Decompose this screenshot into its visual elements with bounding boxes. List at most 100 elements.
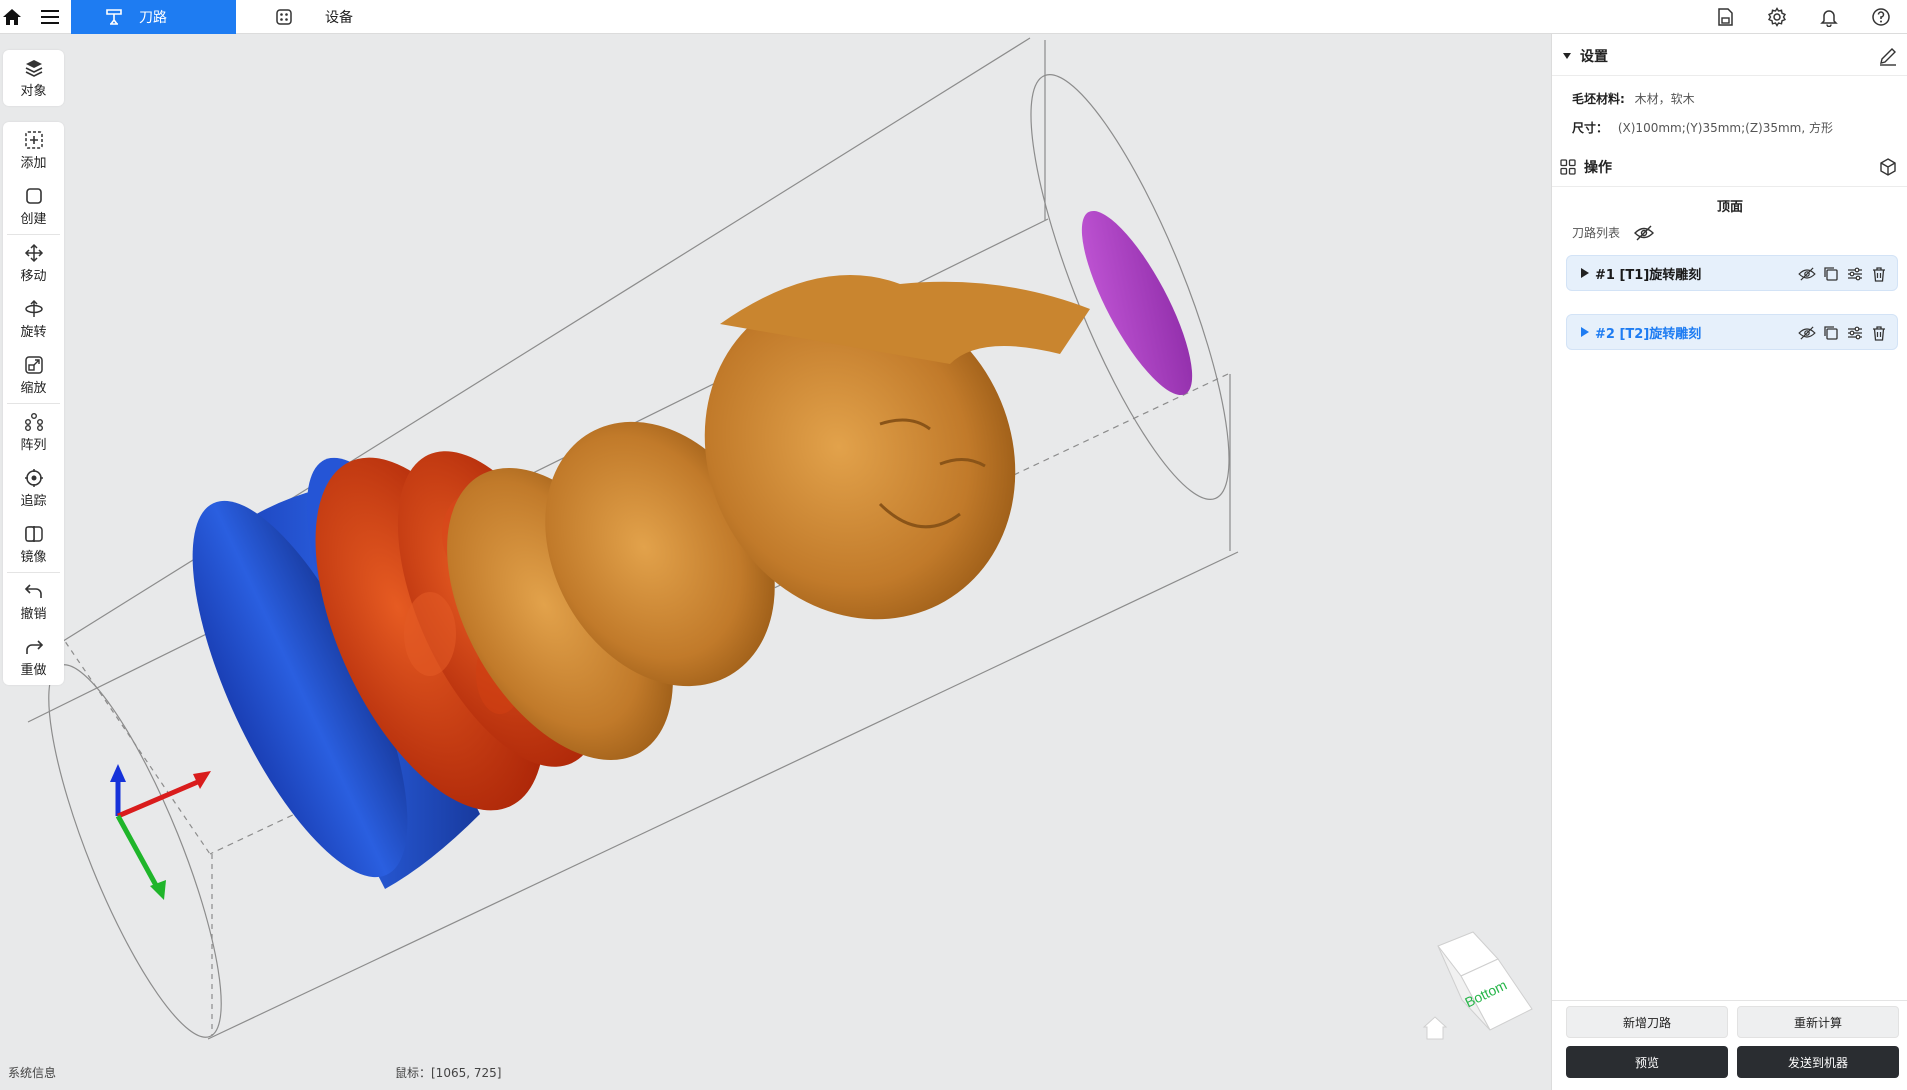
- target-icon: [24, 468, 43, 487]
- create-button-label: 创建: [20, 211, 47, 227]
- square-icon: [25, 187, 42, 204]
- array-button[interactable]: 阵列: [3, 404, 64, 460]
- settings-section-header[interactable]: 设置: [1552, 36, 1907, 76]
- scale-button-label: 缩放: [20, 380, 47, 396]
- redo-button-label: 重做: [20, 662, 47, 678]
- expand-caret-icon[interactable]: [1581, 327, 1589, 337]
- face-title: 顶面: [1716, 200, 1743, 215]
- toolpath-item-name: #1 [T1]旋转雕刻: [1595, 267, 1702, 283]
- menu-button[interactable]: [38, 0, 62, 34]
- eye-off-icon: [1634, 225, 1655, 240]
- view-home-button[interactable]: [1422, 1016, 1448, 1040]
- trash-icon: [1873, 267, 1885, 282]
- toolpath-item-name: #2 [T2]旋转雕刻: [1595, 326, 1702, 342]
- send-to-machine-button[interactable]: 发送到机器: [1737, 1046, 1899, 1078]
- array-icon: [24, 412, 43, 431]
- sliders-icon: [1848, 267, 1862, 281]
- home-icon: [3, 9, 21, 25]
- redo-icon: [25, 639, 43, 654]
- delete-button[interactable]: [1867, 321, 1891, 345]
- rotate-button-label: 旋转: [20, 324, 47, 340]
- undo-button[interactable]: 撤销: [3, 573, 64, 629]
- recalculate-button[interactable]: 重新计算: [1737, 1006, 1899, 1038]
- size-value: (X)100mm;(Y)35mm;(Z)35mm, 方形: [1617, 121, 1834, 135]
- top-right-actions: [1699, 0, 1907, 34]
- object-toolbar-group: 对象: [3, 50, 64, 106]
- add-button[interactable]: 添加: [3, 122, 64, 178]
- toolpath-item-1[interactable]: #1 [T1]旋转雕刻: [1566, 255, 1898, 291]
- eye-off-icon: [1798, 267, 1816, 281]
- mirror-button[interactable]: 镜像: [3, 516, 64, 572]
- device-icon: [276, 9, 292, 25]
- notifications-button[interactable]: [1803, 0, 1855, 34]
- material-value: 木材，软木: [1634, 92, 1695, 106]
- add-button-label: 添加: [20, 155, 47, 171]
- object-button-label: 对象: [20, 83, 47, 99]
- settings-button[interactable]: [1751, 0, 1803, 34]
- hamburger-menu-icon: [41, 10, 59, 24]
- mirror-icon: [24, 525, 43, 542]
- eye-off-icon: [1798, 326, 1816, 340]
- toolpath-item-2[interactable]: #2 [T2]旋转雕刻: [1566, 314, 1898, 350]
- add-box-icon: [24, 130, 43, 149]
- move-button[interactable]: 移动: [3, 235, 64, 291]
- operations-3d-button[interactable]: [1876, 155, 1900, 179]
- array-button-label: 阵列: [20, 437, 47, 453]
- toggle-visibility-button[interactable]: [1795, 262, 1819, 286]
- object-button[interactable]: 对象: [3, 50, 64, 106]
- rotate-button[interactable]: 旋转: [3, 291, 64, 347]
- duplicate-button[interactable]: [1819, 262, 1843, 286]
- trace-button[interactable]: 追踪: [3, 460, 64, 516]
- add-toolpath-button[interactable]: 新增刀路: [1566, 1006, 1728, 1038]
- save-button[interactable]: [1699, 0, 1751, 34]
- material-key: 毛坯材料:: [1572, 92, 1625, 106]
- view-home-icon: [1422, 1016, 1448, 1040]
- trash-icon: [1873, 326, 1885, 341]
- preview-button[interactable]: 预览: [1566, 1046, 1728, 1078]
- redo-button[interactable]: 重做: [3, 629, 64, 685]
- help-button[interactable]: [1855, 0, 1907, 34]
- operations-title: 操作: [1584, 159, 1612, 176]
- toolpath-list-header: 刀路列表: [1572, 224, 1655, 241]
- move-button-label: 移动: [20, 268, 47, 284]
- system-info-link[interactable]: 系统信息: [8, 1064, 56, 1081]
- sliders-icon: [1848, 326, 1862, 340]
- scene-canvas[interactable]: Bottom: [0, 34, 1551, 1090]
- toggle-visibility-button[interactable]: [1795, 321, 1819, 345]
- 3d-viewport[interactable]: Bottom 对象 添加 创建 移动 旋转 缩放 阵列 追踪 镜像 撤销 重做: [0, 34, 1551, 1090]
- tab-device[interactable]: 设备: [275, 0, 353, 34]
- home-button[interactable]: [0, 0, 24, 34]
- material-row: 毛坯材料: 木材，软木: [1572, 90, 1695, 107]
- edit-settings-button[interactable]: [1876, 44, 1900, 68]
- cube-icon: [1880, 158, 1896, 176]
- parameters-button[interactable]: [1843, 262, 1867, 286]
- undo-icon: [24, 583, 42, 598]
- pencil-icon: [1880, 48, 1896, 66]
- right-panel: 设置 毛坯材料: 木材，软木 尺寸： (X)100mm;(Y)35mm;(Z)3…: [1551, 34, 1907, 1090]
- scale-button[interactable]: 缩放: [3, 347, 64, 403]
- bell-icon: [1820, 10, 1838, 27]
- top-bar: 刀路 设备: [0, 0, 1907, 34]
- tab-toolpath-label: 刀路: [139, 10, 167, 26]
- size-row: 尺寸： (X)100mm;(Y)35mm;(Z)35mm, 方形: [1572, 119, 1833, 136]
- expand-caret-icon[interactable]: [1581, 268, 1589, 278]
- hide-all-toolpaths-button[interactable]: [1634, 225, 1655, 241]
- create-button[interactable]: 创建: [3, 178, 64, 234]
- view-cube[interactable]: Bottom: [1437, 931, 1533, 1031]
- trace-button-label: 追踪: [20, 493, 47, 509]
- toolpath-list-label: 刀路列表: [1572, 226, 1621, 240]
- undo-button-label: 撤销: [20, 606, 47, 622]
- gear-icon: [1767, 7, 1787, 27]
- tab-toolpath[interactable]: 刀路: [71, 0, 236, 34]
- settings-title: 设置: [1580, 48, 1608, 65]
- parameters-button[interactable]: [1843, 321, 1867, 345]
- toolpath-icon: [103, 6, 125, 28]
- copy-icon: [1824, 267, 1838, 281]
- duplicate-button[interactable]: [1819, 321, 1843, 345]
- copy-icon: [1824, 326, 1838, 340]
- delete-button[interactable]: [1867, 262, 1891, 286]
- tab-device-label: 设备: [325, 10, 353, 26]
- size-key: 尺寸：: [1572, 121, 1609, 135]
- operations-section-header[interactable]: 操作: [1552, 147, 1907, 187]
- edit-toolbar-group: 添加 创建 移动 旋转 缩放 阵列 追踪 镜像 撤销 重做: [3, 122, 64, 685]
